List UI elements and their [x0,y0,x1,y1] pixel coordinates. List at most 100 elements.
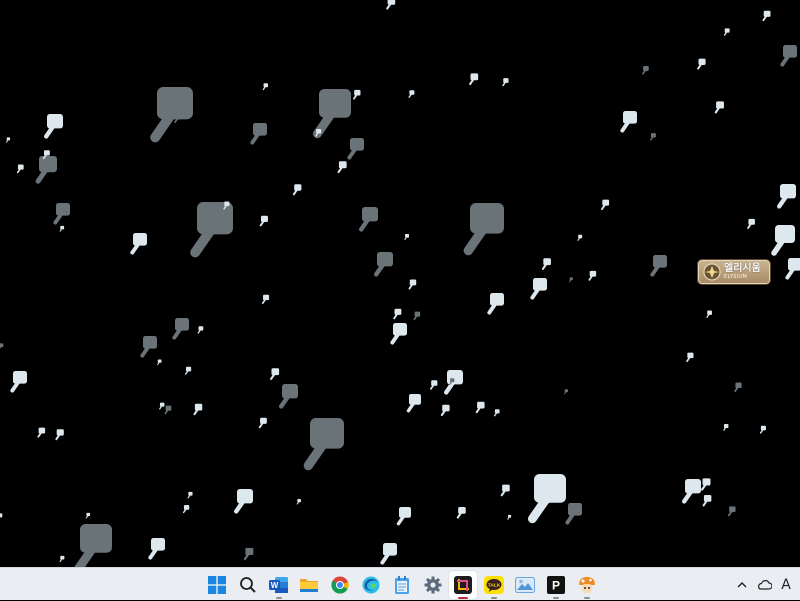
snowflake [577,234,583,241]
snowflake [444,370,463,395]
p-app-label: P [552,579,560,593]
start-button[interactable] [203,571,231,599]
snowflake [190,202,233,258]
settings-button[interactable] [419,571,447,599]
running-indicator [583,597,590,599]
snowflake [390,323,407,345]
snowflake [727,506,736,517]
snipping-tool-button[interactable] [449,571,478,599]
onedrive-button[interactable] [753,574,775,596]
snowflake [187,491,193,499]
search-button[interactable] [234,571,262,599]
kakaotalk-button[interactable]: TALK [480,571,508,599]
elysium-emblem-icon [703,263,721,281]
snowflake [243,547,254,561]
snowflake [347,138,364,160]
crop-icon [454,576,473,594]
edge-button[interactable] [357,571,385,599]
ime-indicator[interactable]: A [775,574,797,596]
snowflake [292,184,302,196]
snowflake [723,28,730,36]
elysium-title-en: ELYSIUM [724,274,748,280]
snowflake [541,258,551,270]
snowflake [430,380,438,390]
snowflake [259,215,268,227]
file-explorer-button[interactable] [295,571,323,599]
search-icon [239,577,256,593]
edge-icon [362,576,380,594]
snowflake [475,401,485,414]
snowflake [10,371,27,393]
snowflake [359,207,378,232]
snowflake [262,83,269,91]
snowflake [565,503,582,525]
snowfall-layer [0,0,800,567]
running-indicator [552,597,559,599]
word-button[interactable]: W [265,571,293,599]
snowflake [393,308,402,320]
snowflake [759,425,766,434]
snowflake [396,507,411,526]
snowflake [44,114,63,139]
snowflake [408,90,415,98]
snowflake [193,403,203,416]
snowflake [747,218,755,229]
system-tray: A [731,568,800,601]
snowflake [456,506,466,519]
snowflake [53,203,70,225]
snowflake [303,418,344,471]
snowflake [140,336,157,358]
snowflake [702,495,712,507]
snowflake [352,89,361,100]
notepad-button[interactable] [388,571,416,599]
windows-start-icon [208,576,226,594]
kakaotalk-icon: TALK [484,576,505,594]
snowflake [172,318,189,340]
snowflake [59,555,65,563]
p-app-button[interactable]: P [542,571,570,599]
snowflake [723,424,729,431]
taskbar: W TALK P A [0,567,800,600]
gear-icon [424,576,442,594]
snowflake [148,538,165,560]
snowflake [507,514,512,520]
snowflake [404,234,410,241]
p-logo-icon: P [546,576,565,594]
snowflake [258,417,267,429]
snowflake [762,10,771,22]
snowflake [530,278,547,300]
snowflake [620,111,637,133]
desktop-wallpaper: 엘리시움 ELYSIUM [0,0,800,567]
running-indicator [275,597,282,599]
snowflake [406,394,421,413]
elysium-shortcut[interactable]: 엘리시움 ELYSIUM [698,260,770,284]
snowflake [130,233,147,255]
snowflake [279,384,298,409]
game-app-button[interactable] [573,571,601,599]
snowflake [85,512,91,519]
snowflake [233,489,253,514]
snowflake [74,524,112,567]
snowflake [487,293,504,315]
snowflake [734,382,742,393]
snowflake [157,359,162,366]
snowflake [413,311,421,321]
tray-overflow-button[interactable] [731,574,753,596]
snowflake [701,478,711,491]
photos-button[interactable] [511,571,539,599]
word-icon: W [268,577,288,593]
chrome-button[interactable] [326,571,354,599]
snowflake [650,255,667,277]
snowflake [463,203,504,256]
snowflake [150,87,193,143]
snowflake [37,427,46,438]
snowflake [502,78,509,87]
snowflake [270,368,280,380]
mushroom-character-icon [578,577,595,593]
notepad-icon [394,576,409,594]
snowflake [164,405,172,415]
elysium-title-kr: 엘리시움 [724,263,761,274]
snowflake [408,279,417,290]
chrome-icon [331,576,349,594]
snowflake [697,58,706,70]
